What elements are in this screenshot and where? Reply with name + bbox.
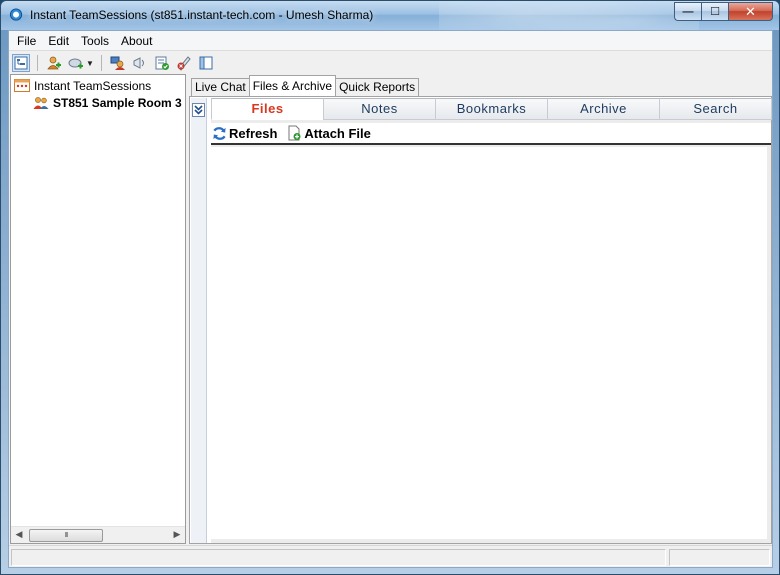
title-bar[interactable]: Instant TeamSessions (st851.instant-tech… [1,1,779,30]
toolbar-separator [37,55,38,71]
attach-file-icon [288,125,301,141]
refresh-label: Refresh [229,125,278,141]
sub-tab-strip: Files Notes Bookmarks Archive Search [211,98,772,120]
add-user-button[interactable] [45,54,63,72]
tree-root-label: Instant TeamSessions [34,78,152,93]
remove-user-icon [177,56,191,71]
scroll-left-icon[interactable]: ◀ [12,529,26,540]
subtab-archive[interactable]: Archive [547,98,660,120]
user-settings-icon [110,56,125,70]
maximize-button[interactable]: ☐ [701,2,728,21]
add-room-button[interactable] [67,54,85,72]
menu-about[interactable]: About [115,31,158,51]
broadcast-icon [133,57,144,69]
room-users-icon [33,96,49,109]
user-settings-button[interactable] [109,54,127,72]
close-icon: ✕ [745,3,756,19]
minimize-button[interactable]: — [674,2,701,21]
app-window: Instant TeamSessions (st851.instant-tech… [0,0,780,575]
main-tab-strip: Live Chat Files & Archive Quick Reports [191,75,420,96]
add-user-icon [47,56,61,70]
collapse-button[interactable] [192,103,205,117]
files-area: Refresh Attach File [211,120,771,543]
scroll-right-icon[interactable]: ▶ [170,529,184,540]
dropdown-arrow-icon[interactable]: ▼ [86,59,94,68]
panel-layout-button[interactable] [197,54,215,72]
tree-view-button[interactable] [12,54,30,72]
files-toolbar: Refresh Attach File [211,123,771,145]
close-button[interactable]: ✕ [728,2,773,21]
tab-files-archive[interactable]: Files & Archive [248,75,337,96]
collapse-strip [191,98,207,543]
tree-horizontal-scrollbar[interactable]: ◀ III ▶ [11,526,185,543]
remove-user-button[interactable] [175,54,193,72]
tree-view-icon [14,56,28,70]
app-logo-icon [9,8,23,23]
status-bar [9,545,772,567]
attach-file-label: Attach File [304,125,371,141]
menu-file[interactable]: File [11,31,42,51]
menu-tools[interactable]: Tools [75,31,115,51]
attach-file-button[interactable]: Attach File [287,125,371,141]
panel-layout-icon [199,56,213,70]
titlebar-decoration [439,1,699,30]
files-archive-page: Files Notes Bookmarks Archive Search Ref… [189,96,772,544]
minimize-icon: — [682,5,694,18]
caption-buttons: — ☐ ✕ [674,2,773,21]
menu-edit[interactable]: Edit [42,31,75,51]
files-list[interactable] [211,147,767,539]
subtab-files[interactable]: Files [211,98,324,120]
subtab-search[interactable]: Search [659,98,772,120]
double-chevron-down-icon [194,105,203,115]
teamsessions-icon [14,79,30,92]
content-pane: Live Chat Files & Archive Quick Reports … [189,74,772,544]
checklist-button[interactable] [153,54,171,72]
tree-room-label: ST851 Sample Room 3 [53,95,182,110]
window-title: Instant TeamSessions (st851.instant-tech… [30,8,374,22]
subtab-bookmarks[interactable]: Bookmarks [435,98,548,120]
tab-quick-reports[interactable]: Quick Reports [335,78,420,96]
subtab-notes[interactable]: Notes [323,98,436,120]
maximize-icon: ☐ [710,6,720,18]
main-toolbar: ▼ [9,52,772,74]
checklist-icon [155,56,169,70]
status-text-left [11,549,666,566]
scroll-thumb[interactable]: III [29,529,103,542]
tab-live-chat[interactable]: Live Chat [191,78,250,96]
client-area: File Edit Tools About ▼ Instant TeamSess… [8,30,773,568]
menu-bar: File Edit Tools About [9,31,772,51]
refresh-button[interactable]: Refresh [212,126,277,141]
status-text-right [669,549,770,566]
tree-node-root[interactable]: Instant TeamSessions [14,77,151,94]
broadcast-button[interactable] [131,54,149,72]
toolbar-separator [101,55,102,71]
tree-node-room[interactable]: ST851 Sample Room 3 [33,94,182,111]
add-room-icon [68,58,83,69]
refresh-icon [213,126,226,140]
session-tree-pane: Instant TeamSessions ST851 Sample Room 3… [10,74,186,544]
